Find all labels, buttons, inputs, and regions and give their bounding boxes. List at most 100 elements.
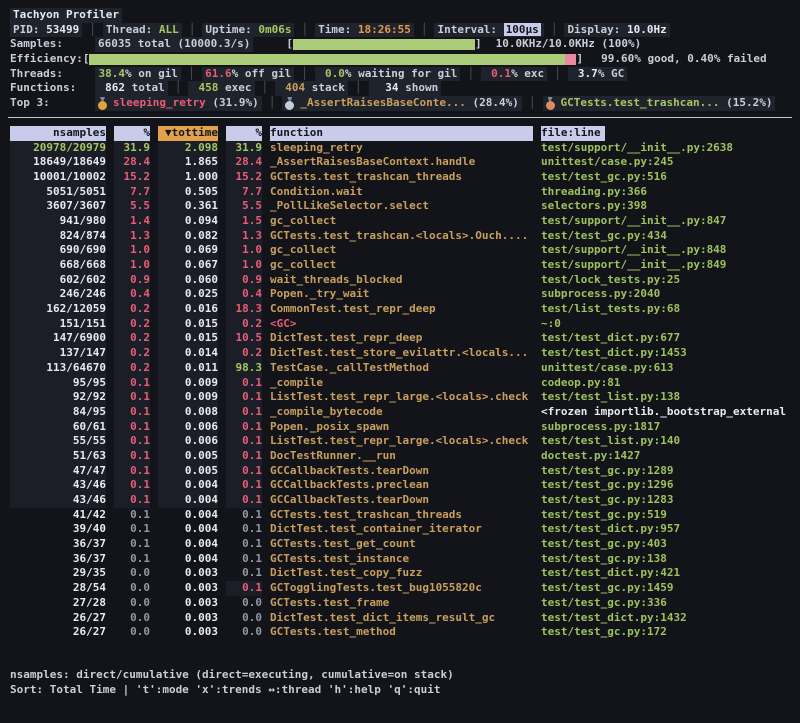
table-row[interactable]: 29/350.00.0030.1DictTest.test_copy_fuzzt… [10,566,790,581]
divider-glyph: │ [189,23,196,38]
cell-file-line: test/support/__init__.py:849 [541,258,790,273]
cell-tot: 0.003 [158,596,218,611]
status-time-label: Time: [318,23,358,36]
divider-glyph: │ [301,23,308,38]
table-row[interactable]: 51/630.10.0050.1DocTestRunner.__rundocte… [10,449,790,464]
table-row[interactable]: 43/460.10.0040.1GCCallbackTests.preclean… [10,478,790,493]
cell-file-line: test/test_gc.py:1289 [541,464,790,479]
table-header: nsamples% ▼tottime% function file:line [10,126,790,141]
table-row[interactable]: 36/370.10.0040.1GCTests.test_get_countte… [10,537,790,552]
divider-glyph: │ [262,81,269,96]
table-row[interactable]: 10001/1000215.21.00015.2GCTests.test_tra… [10,170,790,185]
table-row[interactable]: 162/120590.20.01618.3CommonTest.test_rep… [10,302,790,317]
cell-function: GCTests.test_trashcan_threads [270,508,533,523]
table-row[interactable]: 824/8741.30.0821.3GCTests.test_trashcan.… [10,229,790,244]
table-row[interactable]: 5051/50517.70.5057.7Condition.waitthread… [10,185,790,200]
column-header-tot[interactable]: ▼tottime [158,126,218,141]
table-row[interactable]: 137/1470.20.0140.2DictTest.test_store_ev… [10,346,790,361]
functions-label: Functions: [10,81,95,96]
table-row[interactable]: 92/920.10.0090.1ListTest.test_repr_large… [10,390,790,405]
cell-ns: 162/12059 [10,302,106,317]
cell-cum: 0.1 [226,449,262,464]
divider-glyph: │ [89,23,96,38]
table-row[interactable]: 39/400.10.0040.1DictTest.test_container_… [10,522,790,537]
column-header-cum[interactable]: % [226,126,262,141]
cell-tot: 0.016 [158,302,218,317]
table-row[interactable]: 95/950.10.0090.1_compilecodeop.py:81 [10,376,790,391]
table-row[interactable]: 47/470.10.0050.1GCCallbackTests.tearDown… [10,464,790,479]
column-header-ns[interactable]: nsamples [10,126,106,141]
cell-file-line: test/test_gc.py:519 [541,508,790,523]
cell-pct: 0.1 [114,508,150,523]
table-row[interactable]: 26/270.00.0030.0GCTests.test_methodtest/… [10,625,790,640]
cell-function: CommonTest.test_repr_deep [270,302,533,317]
cell-tot: 0.069 [158,243,218,258]
cell-file-line: subprocess.py:1817 [541,420,790,435]
cell-file-line: <frozen importlib._bootstrap_external [541,405,790,420]
cell-function: Popen._posix_spawn [270,420,533,435]
table-row[interactable]: 26/270.00.0030.0DictTest.test_dict_items… [10,611,790,626]
table-row[interactable]: 43/460.10.0040.1GCCallbackTests.tearDown… [10,493,790,508]
cell-cum: 0.1 [226,581,262,596]
cell-function: _PollLikeSelector.select [270,199,533,214]
table-row[interactable]: 246/2460.40.0250.4Popen._try_waitsubproc… [10,287,790,302]
cell-function: GCCallbackTests.tearDown [270,493,533,508]
cell-file-line: test/test_gc.py:336 [541,596,790,611]
cell-pct: 0.1 [114,376,150,391]
table-row[interactable]: 28/540.00.0030.1GCTogglingTests.test_bug… [10,581,790,596]
samples-label: Samples: [10,37,95,52]
table-row[interactable]: 941/9801.40.0941.5gc_collecttest/support… [10,214,790,229]
cell-cum: 0.0 [226,611,262,626]
cell-function: wait_threads_blocked [270,273,533,288]
samples-bar-close-bracket: ] [475,37,482,52]
cell-pct: 0.0 [114,566,150,581]
table-row[interactable]: 20978/2097931.92.09831.9sleeping_retryte… [10,141,790,156]
cell-ns: 55/55 [10,434,106,449]
footer-legend: nsamples: direct/cumulative (direct=exec… [10,668,790,683]
cell-tot: 0.006 [158,434,218,449]
thread-stat-value: 0.1 [484,67,511,82]
divider-glyph: │ [188,67,195,82]
cell-pct: 0.0 [114,596,150,611]
status-bar: PID: 53499│Thread: ALL│Uptime: 0m06s│Tim… [10,23,790,38]
cell-pct: 0.0 [114,581,150,596]
cell-pct: 0.1 [114,390,150,405]
divider-glyph: │ [421,23,428,38]
status-thread: Thread: ALL [103,23,182,38]
cell-ns: 26/27 [10,611,106,626]
table-row[interactable]: 55/550.10.0060.1ListTest.test_repr_large… [10,434,790,449]
table-row[interactable]: 60/610.10.0060.1Popen._posix_spawnsubpro… [10,420,790,435]
table-row[interactable]: 602/6020.90.0600.9wait_threads_blockedte… [10,273,790,288]
column-header-fn[interactable]: function [270,126,533,141]
thread-stat-suffix: % on gil [125,67,178,80]
table-row[interactable]: 668/6681.00.0671.0gc_collecttest/support… [10,258,790,273]
cell-pct: 1.0 [114,243,150,258]
column-header-pct[interactable]: % [114,126,150,141]
table-row[interactable]: 113/646700.20.01198.3TestCase._callTestM… [10,361,790,376]
cell-pct: 7.7 [114,185,150,200]
cell-file-line: selectors.py:398 [541,199,790,214]
cell-cum: 0.0 [226,596,262,611]
function-stat: 862 total [95,81,168,96]
cell-pct: 0.1 [114,552,150,567]
function-stat-value: 34 [372,81,399,96]
table-row[interactable]: 36/370.10.0040.1GCTests.test_instancetes… [10,552,790,567]
table-row[interactable]: 84/950.10.0080.1_compile_bytecode<frozen… [10,405,790,420]
cell-file-line: test/test_gc.py:516 [541,170,790,185]
table-row[interactable]: 151/1510.20.0150.2<GC>~:0 [10,317,790,332]
cell-cum: 0.1 [226,464,262,479]
table-row[interactable]: 3607/36075.50.3615.5_PollLikeSelector.se… [10,199,790,214]
table-row[interactable]: 41/420.10.0040.1GCTests.test_trashcan_th… [10,508,790,523]
column-header-file[interactable]: file:line [541,126,605,141]
cell-cum: 0.1 [226,420,262,435]
cell-function: _compile [270,376,533,391]
status-time: Time: 18:26:55 [315,23,414,38]
table-row[interactable]: 18649/1864928.41.86528.4_AssertRaisesBas… [10,155,790,170]
table-row[interactable]: 27/280.00.0030.0GCTests.test_frametest/t… [10,596,790,611]
footer: nsamples: direct/cumulative (direct=exec… [10,668,790,697]
cell-tot: 0.094 [158,214,218,229]
cell-tot: 1.865 [158,155,218,170]
table-row[interactable]: 690/6901.00.0691.0gc_collecttest/support… [10,243,790,258]
cell-pct: 1.0 [114,258,150,273]
table-row[interactable]: 147/69000.20.01510.5DictTest.test_repr_d… [10,331,790,346]
